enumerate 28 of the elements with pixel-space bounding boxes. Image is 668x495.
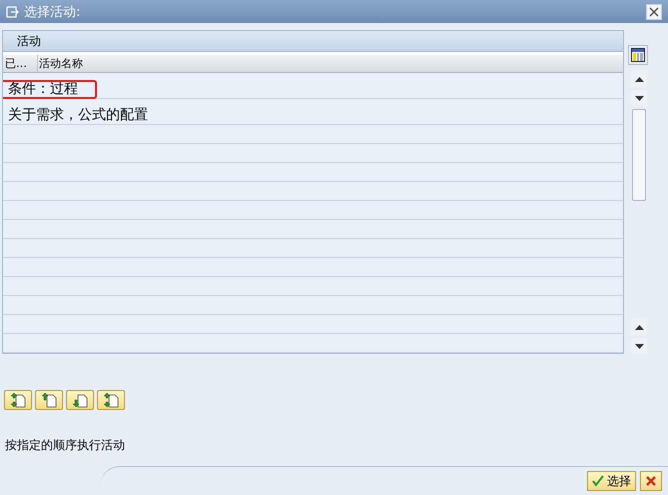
page-arrow-icon[interactable]	[41, 392, 57, 408]
cancel-button[interactable]	[640, 471, 662, 491]
select-button[interactable]: 选择	[587, 471, 636, 491]
cancel-icon[interactable]	[645, 475, 657, 487]
scrollbar[interactable]	[628, 71, 650, 354]
window-icon	[6, 6, 19, 18]
check-icon[interactable]	[592, 475, 604, 487]
column-header[interactable]: 已…	[3, 55, 38, 72]
scroll-up-icon[interactable]	[631, 71, 647, 87]
table-cell[interactable]: 关于需求，公式的配置	[6, 106, 150, 124]
table-cell[interactable]: 条件：过程	[6, 80, 80, 98]
close-button[interactable]	[646, 4, 662, 20]
window-title: 选择活动:	[24, 4, 82, 20]
page-arrow-icon[interactable]	[103, 392, 119, 408]
move-up-down-button[interactable]	[4, 390, 32, 410]
page-arrow-icon[interactable]	[10, 392, 26, 408]
scroll-up-icon[interactable]	[631, 319, 647, 335]
page-arrow-icon[interactable]	[72, 392, 88, 408]
hint-text: 按指定的顺序执行活动	[4, 437, 126, 454]
table-title: 活动	[17, 32, 41, 50]
move-up-button[interactable]	[35, 390, 63, 410]
move-down-button[interactable]	[66, 390, 94, 410]
move-up-down-button[interactable]	[97, 390, 125, 410]
scroll-down-icon[interactable]	[631, 338, 647, 354]
scroll-down-icon[interactable]	[631, 90, 647, 106]
close-icon[interactable]	[649, 6, 659, 16]
scroll-thumb[interactable]	[632, 109, 646, 201]
column-header[interactable]: 活动名称	[38, 55, 623, 72]
